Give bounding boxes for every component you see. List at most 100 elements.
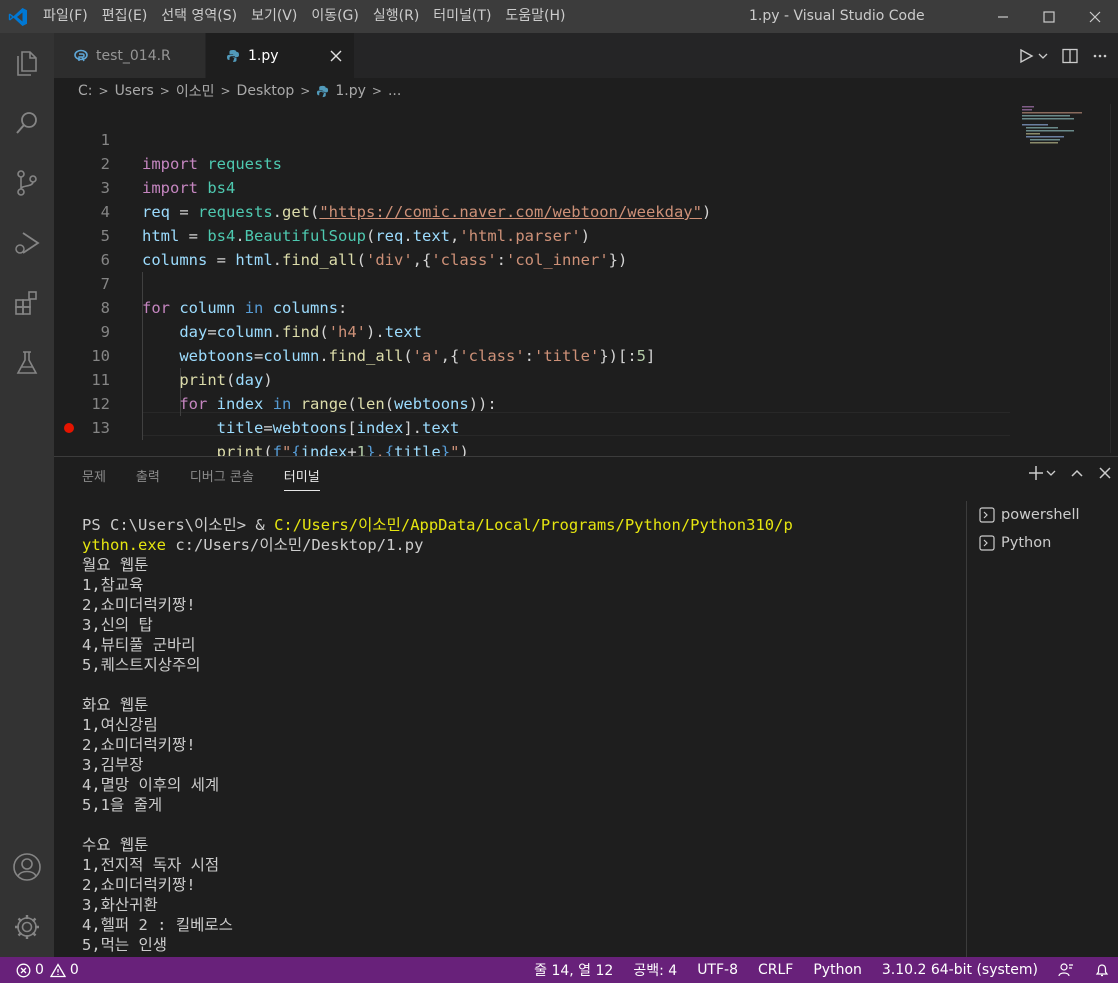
files-icon bbox=[17, 51, 37, 76]
terminal-item-powershell[interactable]: powershell bbox=[967, 501, 1118, 529]
menu-go[interactable]: 이동(G) bbox=[304, 0, 366, 33]
menu-view[interactable]: 보기(V) bbox=[244, 0, 304, 33]
close-tab-button[interactable] bbox=[330, 50, 342, 62]
vscode-logo-icon[interactable] bbox=[0, 0, 36, 33]
breadcrumb-drive[interactable]: C: bbox=[78, 83, 93, 99]
window-title: 1.py - Visual Studio Code bbox=[749, 8, 925, 24]
minimap[interactable] bbox=[1020, 104, 1112, 453]
code-line: 2 import bs4 bbox=[54, 128, 1014, 197]
indentation[interactable]: 공백: 4 bbox=[633, 960, 677, 980]
terminal-command: C:/Users/이소민/AppData/Local/Programs/Pyth… bbox=[274, 516, 793, 534]
terminal-line: 2,쇼미더럭키짱! bbox=[82, 736, 196, 754]
tab-label: 1.py bbox=[248, 47, 279, 64]
encoding[interactable]: UTF-8 bbox=[697, 962, 738, 978]
terminal-command-args: c:/Users/이소민/Desktop/1.py bbox=[166, 536, 424, 554]
close-panel-button[interactable] bbox=[1098, 466, 1112, 480]
run-file-button[interactable] bbox=[1018, 48, 1034, 64]
feedback-button[interactable] bbox=[1058, 962, 1074, 978]
terminal-line: 3,김부장 bbox=[82, 756, 144, 774]
close-icon bbox=[1099, 467, 1111, 479]
python-interpreter[interactable]: 3.10.2 64-bit (system) bbox=[882, 962, 1038, 978]
breadcrumb-file[interactable]: 1.py bbox=[335, 83, 366, 99]
terminal-prompt: PS C:\Users\이소민> & bbox=[82, 516, 275, 534]
extensions-icon bbox=[15, 291, 37, 315]
problems-indicator[interactable]: 0 0 bbox=[0, 962, 79, 978]
code-line: 11 for index in range(len(webtoons)): bbox=[54, 344, 1014, 413]
run-options-dropdown[interactable] bbox=[1038, 51, 1048, 61]
tab-test-014-r[interactable]: test_014.R bbox=[54, 33, 206, 78]
menu-file[interactable]: 파일(F) bbox=[36, 0, 95, 33]
terminal-line: 2,쇼미더럭키짱! bbox=[82, 876, 196, 894]
editor-tabs: test_014.R 1.py bbox=[54, 33, 1118, 78]
menu-run[interactable]: 실행(R) bbox=[366, 0, 426, 33]
explorer-button[interactable] bbox=[0, 39, 54, 87]
terminal-output-lines: 월요 웹툰 1,참교육 2,쇼미더럭키짱! 3,신의 탑 4,뷰티풀 군바리 5,퀘스트지… bbox=[82, 555, 962, 955]
tab-1-py[interactable]: 1.py bbox=[206, 33, 354, 78]
plus-icon bbox=[1029, 466, 1043, 480]
notifications-button[interactable] bbox=[1094, 962, 1110, 978]
tab-problems[interactable]: 문제 bbox=[82, 457, 106, 493]
editor-scrollbar[interactable] bbox=[1110, 104, 1118, 453]
extensions-button[interactable] bbox=[0, 279, 54, 327]
split-editor-button[interactable] bbox=[1062, 48, 1078, 64]
flask-icon bbox=[16, 351, 38, 374]
maximize-panel-button[interactable] bbox=[1070, 466, 1084, 480]
cursor-position[interactable]: 줄 14, 열 12 bbox=[534, 960, 613, 980]
chevron-right-icon: > bbox=[220, 84, 231, 98]
tab-label: test_014.R bbox=[96, 47, 171, 64]
account-icon bbox=[13, 853, 41, 881]
run-debug-icon bbox=[15, 232, 40, 254]
play-icon bbox=[1020, 48, 1034, 63]
breadcrumb-desktop[interactable]: Desktop bbox=[237, 83, 295, 99]
menu-edit[interactable]: 편집(E) bbox=[95, 0, 155, 33]
code-line: 9 webtoons=column.find_all('a',{'class':… bbox=[54, 296, 1014, 365]
terminal-line: 4,헬퍼 2 : 킬베로스 bbox=[82, 916, 233, 934]
close-icon bbox=[1089, 11, 1101, 22]
terminal-item-label: powershell bbox=[1001, 507, 1080, 523]
minimize-button[interactable] bbox=[980, 0, 1026, 33]
chevron-right-icon: > bbox=[159, 84, 170, 98]
python-file-icon bbox=[316, 85, 329, 98]
source-control-button[interactable] bbox=[0, 159, 54, 207]
code-line: 5 columns = html.find_all('div',{'class'… bbox=[54, 200, 1014, 269]
breadcrumb-users[interactable]: Users bbox=[115, 83, 154, 99]
chevron-down-icon bbox=[1046, 470, 1056, 476]
search-button[interactable] bbox=[0, 99, 54, 147]
breadcrumb-symbols[interactable]: ... bbox=[388, 83, 401, 99]
terminal-item-python[interactable]: Python bbox=[967, 529, 1118, 557]
run-debug-button[interactable] bbox=[0, 219, 54, 267]
code-editor[interactable]: 1 import requests 2 import bs4 3 req = r… bbox=[54, 104, 1118, 511]
terminal-line: 수요 웹툰 bbox=[82, 836, 149, 854]
breadcrumb-user[interactable]: 이소민 bbox=[176, 81, 215, 101]
tab-debug-console[interactable]: 디버그 콘솔 bbox=[190, 457, 254, 493]
search-icon bbox=[16, 112, 37, 134]
testing-button[interactable] bbox=[0, 339, 54, 387]
manage-button[interactable] bbox=[0, 903, 54, 951]
terminal-profile-dropdown[interactable] bbox=[1046, 468, 1056, 478]
terminal-line: 5,먹는 인생 bbox=[82, 936, 168, 954]
tab-output[interactable]: 출력 bbox=[136, 457, 160, 493]
breadcrumb: C: > Users > 이소민 > Desktop > 1.py > ... bbox=[54, 78, 1118, 104]
warning-count: 0 bbox=[69, 962, 79, 978]
language-mode[interactable]: Python bbox=[813, 962, 862, 978]
menu-terminal[interactable]: 터미널(T) bbox=[426, 0, 498, 33]
close-window-button[interactable] bbox=[1072, 0, 1118, 33]
feedback-icon bbox=[1058, 963, 1073, 977]
more-actions-button[interactable] bbox=[1092, 48, 1108, 64]
error-count: 0 bbox=[35, 962, 44, 978]
menu-selection[interactable]: 선택 영역(S) bbox=[154, 0, 244, 33]
new-terminal-button[interactable] bbox=[1028, 465, 1044, 481]
terminal-output[interactable]: PS C:\Users\이소민> & C:/Users/이소민/AppData/… bbox=[82, 515, 962, 955]
maximize-button[interactable] bbox=[1026, 0, 1072, 33]
menu-help[interactable]: 도움말(H) bbox=[498, 0, 572, 33]
end-of-line[interactable]: CRLF bbox=[758, 962, 793, 978]
tab-terminal[interactable]: 터미널 bbox=[283, 457, 320, 491]
panel-tabs: 문제 출력 디버그 콘솔 터미널 bbox=[82, 457, 350, 493]
chevron-up-icon bbox=[1071, 469, 1083, 477]
accounts-button[interactable] bbox=[0, 843, 54, 891]
status-bar: 0 0 줄 14, 열 12 공백: 4 UTF-8 CRLF Python 3… bbox=[0, 957, 1118, 983]
breakpoint-icon[interactable] bbox=[64, 423, 74, 433]
terminal-icon bbox=[979, 507, 995, 523]
